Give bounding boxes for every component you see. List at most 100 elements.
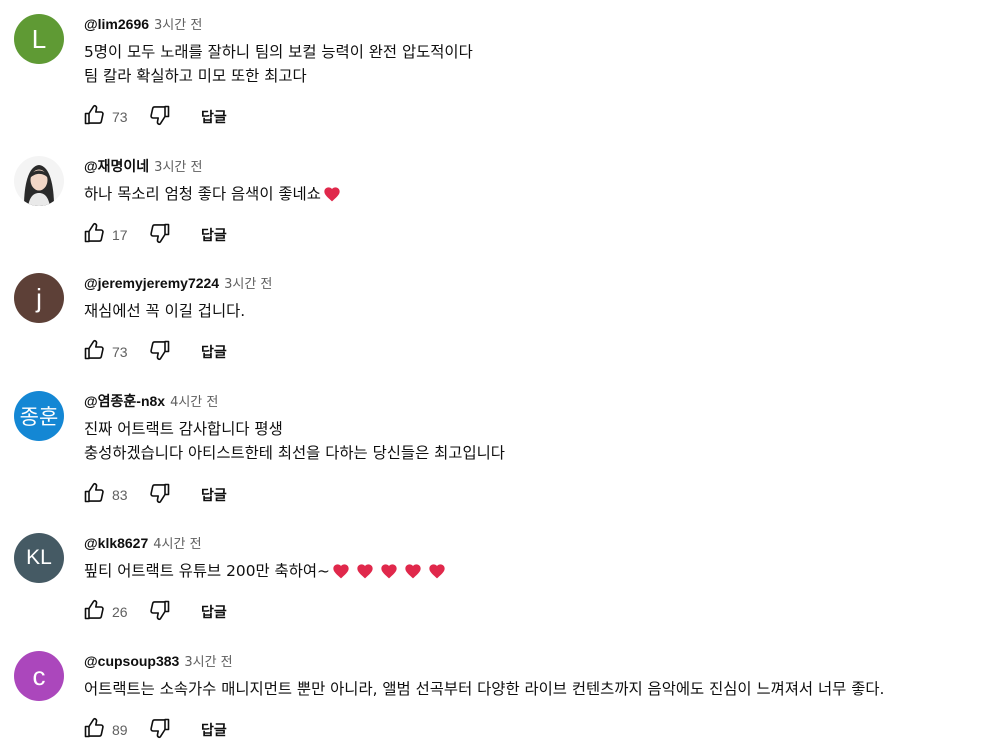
comment-header: @염종훈-n8x 4시간 전 (84, 391, 218, 411)
red-heart-icon (380, 562, 398, 586)
like-count: 83 (112, 487, 128, 503)
avatar-initial: c (32, 660, 46, 691)
reply-button[interactable]: 답글 (201, 107, 227, 127)
comment-header: @재명이네 3시간 전 (84, 156, 202, 176)
thumbs-up-icon (82, 716, 106, 744)
comment-header: @cupsoup383 3시간 전 (84, 651, 233, 671)
comment-line-text: 5명이 모두 노래를 잘하니 팀의 보컬 능력이 완전 압도적이다 (84, 43, 473, 61)
like-button[interactable] (80, 222, 108, 248)
comment-line-text: 어트랙트는 소속가수 매니지먼트 뿐만 아니라, 앨범 선곡부터 다양한 라이브… (84, 680, 885, 698)
comment-line: 어트랙트는 소속가수 매니지먼트 뿐만 아니라, 앨범 선곡부터 다양한 라이브… (84, 677, 994, 701)
thumbs-up-icon (82, 598, 106, 626)
comment-line: 충성하겠습니다 아티스트한테 최선을 다하는 당신들은 최고입니다 (84, 441, 994, 465)
comment-actions: 83 답글 (80, 482, 227, 508)
comment-time[interactable]: 3시간 전 (154, 14, 202, 33)
dislike-button[interactable] (146, 339, 174, 365)
avatar-initial: L (31, 23, 47, 54)
comment-line: 하나 목소리 엄청 좋다 음색이 좋네쇼 (84, 182, 994, 209)
thumbs-down-icon (148, 221, 172, 249)
comment-line-text: 팀 칼라 확실하고 미모 또한 최고다 (84, 67, 307, 85)
red-heart-icon (356, 562, 374, 586)
dislike-button[interactable] (146, 717, 174, 743)
red-heart-icon (332, 562, 350, 586)
avatar[interactable]: c (14, 651, 64, 701)
comment-text: 5명이 모두 노래를 잘하니 팀의 보컬 능력이 완전 압도적이다팀 칼라 확실… (84, 40, 994, 88)
red-heart-icon (404, 562, 422, 586)
comment-line-text: 진짜 어트랙트 감사합니다 평생 (84, 420, 283, 438)
like-count: 73 (112, 109, 128, 125)
comment-text: 어트랙트는 소속가수 매니지먼트 뿐만 아니라, 앨범 선곡부터 다양한 라이브… (84, 677, 994, 701)
red-heart-icon (428, 562, 446, 586)
dislike-button[interactable] (146, 599, 174, 625)
comment-line-text: 재심에선 꼭 이길 겁니다. (84, 302, 246, 320)
thumbs-up-icon (82, 338, 106, 366)
avatar-initial: KL (26, 546, 52, 569)
comment-actions: 89 답글 (80, 717, 227, 743)
like-count: 26 (112, 604, 128, 620)
comment-line: 핖티 어트랙트 유튜브 200만 축하여~ (84, 559, 994, 586)
person-photo-icon (14, 156, 64, 206)
avatar[interactable]: L (14, 14, 64, 64)
like-button[interactable] (80, 717, 108, 743)
thumbs-down-icon (148, 338, 172, 366)
comment-actions: 73 답글 (80, 104, 227, 130)
thumbs-down-icon (148, 716, 172, 744)
avatar[interactable] (14, 156, 64, 206)
author-name[interactable]: @재명이네 (84, 156, 149, 176)
avatar[interactable]: 종훈 (14, 391, 64, 441)
comment-header: @klk8627 4시간 전 (84, 533, 202, 553)
reply-button[interactable]: 답글 (201, 225, 227, 245)
reply-button[interactable]: 답글 (201, 485, 227, 505)
comment-actions: 17 답글 (80, 222, 227, 248)
author-name[interactable]: @cupsoup383 (84, 653, 179, 669)
comment-time[interactable]: 4시간 전 (153, 533, 201, 552)
comment-line: 진짜 어트랙트 감사합니다 평생 (84, 417, 994, 441)
thumbs-down-icon (148, 481, 172, 509)
thumbs-up-icon (82, 103, 106, 131)
comment-text: 진짜 어트랙트 감사합니다 평생충성하겠습니다 아티스트한테 최선을 다하는 당… (84, 417, 994, 465)
comment-header: @jeremyjeremy7224 3시간 전 (84, 273, 272, 293)
comment-line-text: 하나 목소리 엄청 좋다 음색이 좋네쇼 (84, 185, 321, 203)
avatar[interactable]: KL (14, 533, 64, 583)
thumbs-down-icon (148, 598, 172, 626)
comment-line: 5명이 모두 노래를 잘하니 팀의 보컬 능력이 완전 압도적이다 (84, 40, 994, 64)
author-name[interactable]: @염종훈-n8x (84, 391, 165, 411)
thumbs-down-icon (148, 103, 172, 131)
red-heart-icon (323, 185, 341, 209)
thumbs-up-icon (82, 221, 106, 249)
avatar[interactable]: j (14, 273, 64, 323)
comment-text: 재심에선 꼭 이길 겁니다. (84, 299, 994, 323)
reply-button[interactable]: 답글 (201, 720, 227, 740)
like-button[interactable] (80, 599, 108, 625)
author-name[interactable]: @klk8627 (84, 535, 148, 551)
thumbs-up-icon (82, 481, 106, 509)
dislike-button[interactable] (146, 104, 174, 130)
comment-actions: 26 답글 (80, 599, 227, 625)
comment-line-text: 핖티 어트랙트 유튜브 200만 축하여~ (84, 562, 330, 580)
comment-header: @lim2696 3시간 전 (84, 14, 202, 34)
comment-text: 하나 목소리 엄청 좋다 음색이 좋네쇼 (84, 182, 994, 209)
like-count: 17 (112, 227, 128, 243)
like-count: 73 (112, 344, 128, 360)
author-name[interactable]: @jeremyjeremy7224 (84, 275, 219, 291)
comment-time[interactable]: 4시간 전 (170, 391, 218, 410)
comment-time[interactable]: 3시간 전 (224, 273, 272, 292)
comment-time[interactable]: 3시간 전 (184, 651, 232, 670)
like-count: 89 (112, 722, 128, 738)
like-button[interactable] (80, 104, 108, 130)
like-button[interactable] (80, 482, 108, 508)
dislike-button[interactable] (146, 482, 174, 508)
comment-text: 핖티 어트랙트 유튜브 200만 축하여~ (84, 559, 994, 586)
comment-time[interactable]: 3시간 전 (154, 156, 202, 175)
dislike-button[interactable] (146, 222, 174, 248)
avatar-initial: 종훈 (19, 406, 59, 429)
reply-button[interactable]: 답글 (201, 342, 227, 362)
comment-line-text: 충성하겠습니다 아티스트한테 최선을 다하는 당신들은 최고입니다 (84, 444, 505, 462)
comment-line: 재심에선 꼭 이길 겁니다. (84, 299, 994, 323)
avatar-initial: j (36, 282, 42, 313)
comment-line: 팀 칼라 확실하고 미모 또한 최고다 (84, 64, 994, 88)
comment-actions: 73 답글 (80, 339, 227, 365)
author-name[interactable]: @lim2696 (84, 16, 149, 32)
like-button[interactable] (80, 339, 108, 365)
reply-button[interactable]: 답글 (201, 602, 227, 622)
